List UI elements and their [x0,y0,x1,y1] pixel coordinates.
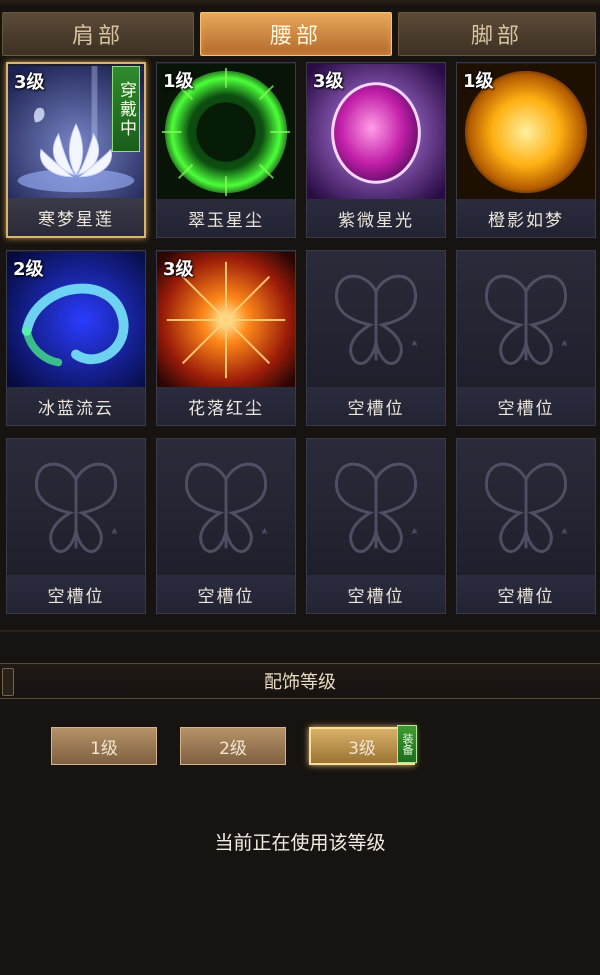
level-badge: 3级 [313,71,344,92]
slot-name: 空槽位 [457,387,595,425]
level-badge: 3级 [163,259,194,280]
empty-slot[interactable]: 空槽位 [456,250,596,426]
slot-item[interactable]: 3级 穿戴中 寒梦星莲 [6,62,146,238]
accessory-level-header: 配饰等级 [0,663,600,699]
slot-name: 花落红尘 [157,387,295,425]
slot-item[interactable]: 1级 翠玉星尘 [156,62,296,238]
level-badge: 2级 [13,259,44,280]
level-2-button[interactable]: 2级 [180,727,286,765]
slot-item[interactable]: 2级 冰蓝流云 [6,250,146,426]
tab-shoulder[interactable]: 肩部 [2,12,194,56]
slot-name: 冰蓝流云 [7,387,145,425]
slot-name: 空槽位 [157,575,295,613]
slot-item[interactable]: 3级 花落红尘 [156,250,296,426]
empty-slot[interactable]: 空槽位 [456,438,596,614]
butterfly-icon [457,251,595,389]
header-ornament [2,668,14,696]
butterfly-icon [457,439,595,577]
slot-name: 翠玉星尘 [157,199,295,237]
equipped-tag: 装备 [397,725,417,763]
empty-slot[interactable]: 空槽位 [6,438,146,614]
tab-waist[interactable]: 腰部 [200,12,392,56]
level-badge: 1级 [463,71,494,92]
empty-slot[interactable]: 空槽位 [306,438,446,614]
butterfly-icon [307,439,445,577]
equipment-tabs: 肩部 腰部 脚部 [0,12,600,58]
slot-name: 紫微星光 [307,199,445,237]
level-status-text: 当前正在使用该等级 [214,832,386,854]
level-badge: 3级 [14,72,45,93]
top-frame [0,0,600,8]
slot-name: 空槽位 [457,575,595,613]
slot-name: 空槽位 [307,575,445,613]
tab-foot[interactable]: 脚部 [398,12,596,56]
slot-name: 寒梦星莲 [8,198,144,236]
butterfly-icon [157,439,295,577]
butterfly-icon [7,439,145,577]
section-title: 配饰等级 [264,672,336,693]
wearing-badge: 穿戴中 [112,66,140,152]
empty-slot[interactable]: 空槽位 [156,438,296,614]
butterfly-icon [307,251,445,389]
empty-slot[interactable]: 空槽位 [306,250,446,426]
section-divider [0,630,600,632]
level-badge: 1级 [163,71,194,92]
slot-name: 橙影如梦 [457,199,595,237]
slot-name: 空槽位 [7,575,145,613]
level-1-button[interactable]: 1级 [51,727,157,765]
slot-item[interactable]: 3级 紫微星光 [306,62,446,238]
slot-item[interactable]: 1级 橙影如梦 [456,62,596,238]
slot-name: 空槽位 [307,387,445,425]
